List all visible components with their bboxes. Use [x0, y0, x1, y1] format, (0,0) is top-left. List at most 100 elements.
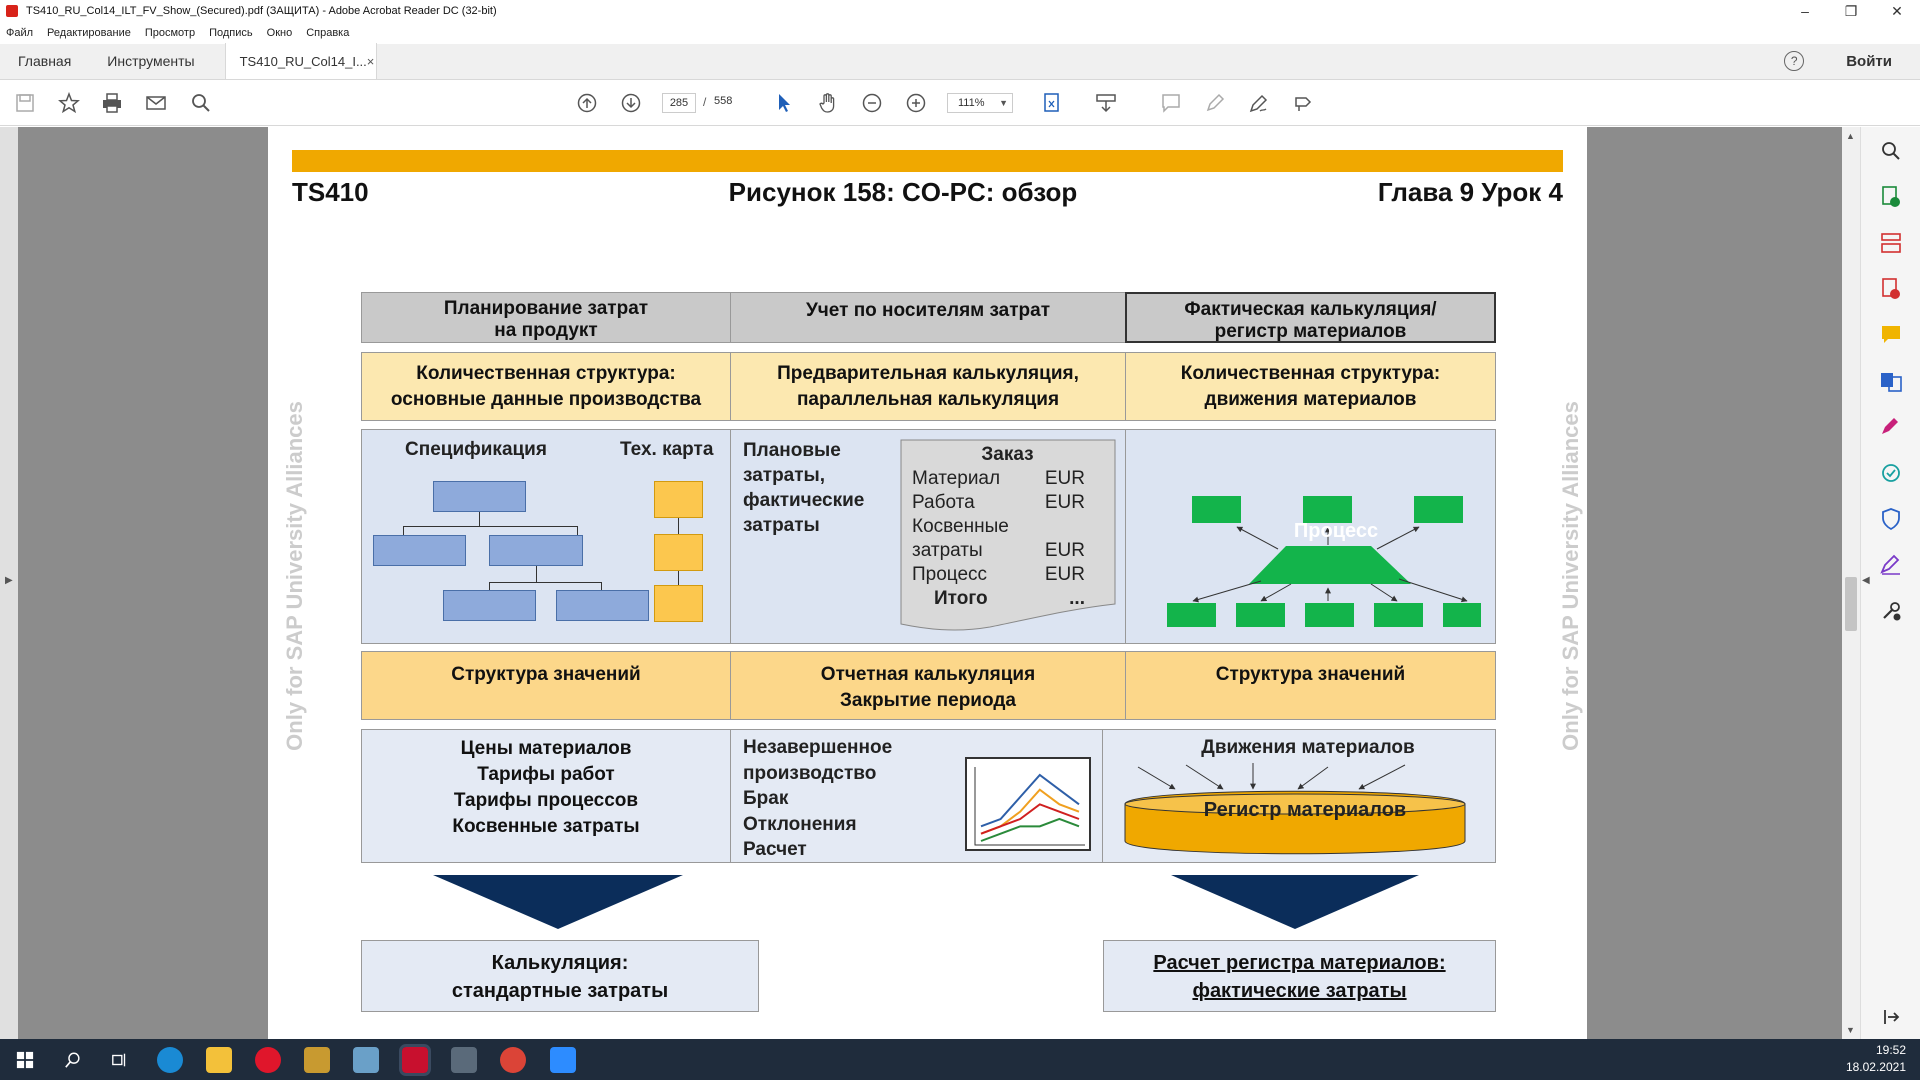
- search-taskbar-icon[interactable]: [60, 1047, 86, 1073]
- print-icon[interactable]: [99, 90, 125, 116]
- scroll-down-icon[interactable]: ▼: [1846, 1025, 1855, 1035]
- close-button[interactable]: ✕: [1874, 0, 1920, 22]
- menu-view[interactable]: Просмотр: [145, 27, 195, 39]
- select-cursor-icon[interactable]: [771, 90, 797, 116]
- bom-node: [443, 590, 536, 621]
- scrollbar-thumb[interactable]: [1845, 577, 1857, 631]
- vertical-scrollbar[interactable]: ▲ ▼: [1842, 127, 1860, 1039]
- tab-close-icon[interactable]: ×: [367, 54, 375, 69]
- menu-file[interactable]: Файл: [6, 27, 33, 39]
- minimize-button[interactable]: –: [1782, 0, 1828, 22]
- cell-line: движения материалов: [1204, 389, 1417, 410]
- signin-button[interactable]: Войти: [1846, 53, 1892, 70]
- watermark-left: Only for SAP University Alliances: [281, 401, 307, 751]
- cell-line: фактические затраты: [1192, 980, 1407, 1002]
- fill-sign-icon[interactable]: [1879, 415, 1903, 439]
- task-view-icon[interactable]: [107, 1047, 133, 1073]
- menu-bar: Файл Редактирование Просмотр Подпись Окн…: [0, 22, 1920, 44]
- mini-chart-series-2: [980, 803, 1080, 835]
- bom-connector: [479, 512, 480, 526]
- page-number-input[interactable]: 285: [662, 93, 696, 113]
- course-code: TS410: [292, 177, 369, 207]
- tools-pane-toggle-icon[interactable]: ◀: [1862, 575, 1870, 586]
- edge-browser-icon[interactable]: [157, 1047, 183, 1073]
- page-up-icon[interactable]: [574, 90, 600, 116]
- chrome-browser-icon[interactable]: [500, 1047, 526, 1073]
- text-line: производство: [743, 762, 877, 784]
- quantity-structure-movements: Количественная структура: движения матер…: [1125, 352, 1496, 421]
- zoom-out-icon[interactable]: [859, 90, 885, 116]
- sign-icon[interactable]: [1246, 90, 1272, 116]
- save-icon[interactable]: [12, 90, 38, 116]
- header-line: на продукт: [494, 320, 598, 341]
- collapse-pane-icon[interactable]: [1879, 1005, 1903, 1029]
- export-pdf-icon[interactable]: [1879, 185, 1903, 209]
- send-review-icon[interactable]: [1879, 461, 1903, 485]
- cell-line: Цены материалов: [460, 738, 632, 759]
- routing-connector: [678, 518, 679, 534]
- bom-node-root: [433, 481, 526, 512]
- planned-actual-costs: Плановые затраты, фактические затраты: [743, 438, 864, 538]
- notepad-icon[interactable]: [353, 1047, 379, 1073]
- preliminary-costing: Предварительная калькуляция, параллельна…: [730, 352, 1126, 421]
- more-tools-icon[interactable]: [1879, 599, 1903, 623]
- help-icon[interactable]: ?: [1784, 51, 1805, 71]
- menu-window[interactable]: Окно: [267, 27, 293, 39]
- tab-home[interactable]: Главная: [0, 43, 89, 79]
- bom-connector: [489, 582, 490, 590]
- acrobat-icon: [6, 5, 18, 17]
- opera-browser-icon[interactable]: [255, 1047, 281, 1073]
- order-item: Работа: [912, 492, 975, 513]
- tab-document[interactable]: TS410_RU_Col14_I... ×: [224, 43, 377, 79]
- menu-help[interactable]: Справка: [306, 27, 349, 39]
- request-signature-icon[interactable]: [1879, 553, 1903, 577]
- create-pdf-icon[interactable]: [1879, 277, 1903, 301]
- calculator-icon[interactable]: [451, 1047, 477, 1073]
- hand-tool-icon[interactable]: [815, 90, 841, 116]
- bom-connector: [403, 526, 404, 535]
- zoom-select[interactable]: 111% ▼: [947, 93, 1013, 113]
- text-line: Расчет: [743, 839, 807, 860]
- cell-line: основные данные производства: [390, 389, 702, 410]
- organize-pages-icon[interactable]: [1879, 231, 1903, 255]
- acrobat-taskbar-icon[interactable]: [399, 1044, 431, 1076]
- bookmark-star-icon[interactable]: [56, 90, 82, 116]
- tab-tools[interactable]: Инструменты: [89, 43, 212, 79]
- menu-edit[interactable]: Редактирование: [47, 27, 131, 39]
- scroll-up-icon[interactable]: ▲: [1846, 131, 1855, 141]
- file-explorer-icon[interactable]: [206, 1047, 232, 1073]
- title-bar: TS410_RU_Col14_ILT_FV_Show_(Secured).pdf…: [0, 0, 1920, 22]
- zoom-in-icon[interactable]: [903, 90, 929, 116]
- protect-shield-icon[interactable]: [1879, 507, 1903, 531]
- mini-chart-series-3: [980, 817, 1080, 842]
- share-icon[interactable]: [1290, 90, 1316, 116]
- toolbar: 285 / 558 111% ▼: [0, 80, 1920, 126]
- cell-line: Калькуляция:: [491, 952, 629, 974]
- restore-button[interactable]: ❐: [1828, 0, 1874, 22]
- material-movements-label: Движения материалов: [1201, 737, 1415, 758]
- zoom-app-icon[interactable]: [550, 1047, 576, 1073]
- combine-files-icon[interactable]: [1879, 369, 1903, 393]
- slide-accent-bar: [292, 150, 1563, 172]
- comment-icon[interactable]: [1158, 90, 1184, 116]
- material-ledger-closing: Расчет регистра материалов: фактические …: [1103, 940, 1496, 1012]
- text-line: затраты,: [743, 465, 826, 486]
- search-icon[interactable]: [188, 90, 214, 116]
- windows-start-icon[interactable]: [12, 1047, 38, 1073]
- tab-document-label: TS410_RU_Col14_I...: [239, 53, 367, 69]
- highlight-pen-icon[interactable]: [1202, 90, 1228, 116]
- left-panel-toggle[interactable]: ▶: [0, 127, 18, 1039]
- scroll-mode-icon[interactable]: [1093, 90, 1119, 116]
- page-down-icon[interactable]: [618, 90, 644, 116]
- app-taskbar-icon[interactable]: [304, 1047, 330, 1073]
- email-icon[interactable]: [143, 90, 169, 116]
- enhance-scan-icon[interactable]: [1879, 139, 1903, 163]
- value-structure-right: Структура значений: [1125, 651, 1496, 720]
- text-line: Брак: [743, 788, 789, 809]
- comment-tool-icon[interactable]: [1879, 323, 1903, 347]
- menu-sign[interactable]: Подпись: [209, 27, 253, 39]
- fit-page-icon[interactable]: [1040, 90, 1066, 116]
- routing-connector: [678, 571, 679, 585]
- system-clock[interactable]: 19:52 18.02.2021: [1846, 1042, 1906, 1076]
- routing-step: [654, 481, 703, 518]
